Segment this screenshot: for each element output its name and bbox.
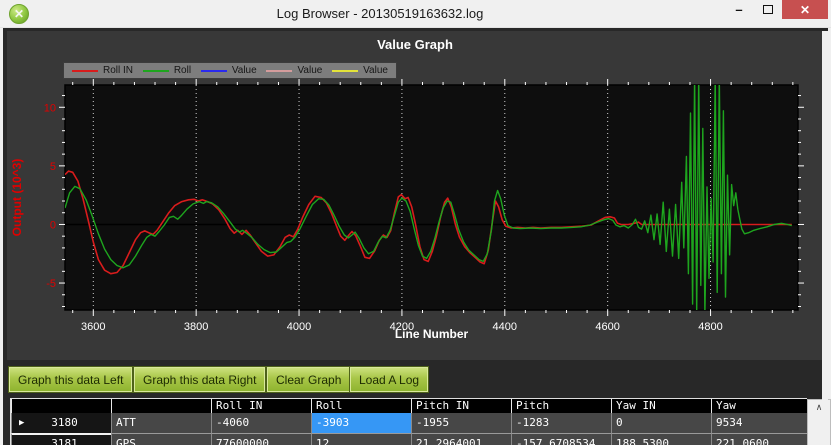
header-rowheader: [11, 399, 111, 413]
minimize-button[interactable]: –: [726, 0, 752, 19]
legend-entry: Value: [332, 65, 388, 76]
header-roll[interactable]: Roll: [311, 399, 411, 413]
header-pitch-in[interactable]: Pitch IN: [411, 399, 511, 413]
graph-right-button[interactable]: Graph this data Right: [133, 366, 267, 393]
window-title: Log Browser - 20130519163632.log: [276, 6, 484, 21]
close-button[interactable]: ✕: [782, 0, 828, 19]
svg-text:-5: -5: [46, 278, 56, 290]
clear-graph-button[interactable]: Clear Graph: [266, 366, 352, 393]
log-table: Roll IN Roll Pitch IN Pitch Yaw IN Yaw ▶…: [10, 398, 807, 445]
cell-yaw[interactable]: 9534: [711, 413, 807, 433]
chart-legend: Roll IN Roll Value Value Value: [63, 62, 397, 79]
row-header-3180[interactable]: ▶ 3180: [11, 413, 111, 433]
svg-text:10: 10: [44, 102, 56, 114]
cell-alt2[interactable]: 221.0600: [711, 433, 807, 445]
table-header-row: Roll IN Roll Pitch IN Pitch Yaw IN Yaw: [11, 399, 807, 413]
header-yaw[interactable]: Yaw: [711, 399, 807, 413]
legend-line-swatch: [266, 69, 293, 72]
legend-entry: Value: [200, 65, 257, 76]
svg-text:4600: 4600: [595, 321, 619, 333]
header-roll-in[interactable]: Roll IN: [211, 399, 311, 413]
cell-alt[interactable]: 188.5300: [611, 433, 711, 445]
cell-pitch-in[interactable]: -1955: [411, 413, 511, 433]
load-log-button[interactable]: Load A Log: [349, 366, 430, 393]
cell-msg-type[interactable]: ATT: [111, 413, 211, 433]
current-row-marker-icon: ▶: [19, 418, 25, 428]
value-graph-panel: Value Graph Line Number Output (10^3) 3600 3…: [7, 31, 822, 360]
svg-text:4000: 4000: [287, 321, 311, 333]
header-name: [111, 399, 211, 413]
maximize-button[interactable]: [755, 0, 781, 19]
cell-lat[interactable]: 21.2964001: [411, 433, 511, 445]
cell-gps-time[interactable]: 77600000: [211, 433, 311, 445]
graph-left-button[interactable]: Graph this data Left: [8, 366, 134, 393]
client-area: Value Graph Line Number Output (10^3) 3600 3…: [3, 28, 831, 445]
title-bar[interactable]: ✕ Log Browser - 20130519163632.log – ✕: [0, 0, 831, 28]
cell-roll-in[interactable]: -4060: [211, 413, 311, 433]
header-yaw-in[interactable]: Yaw IN: [611, 399, 711, 413]
legend-line-swatch: [142, 69, 169, 72]
table-row: 3181 GPS 77600000 12 21.2964001 -157.670…: [11, 433, 807, 445]
legend-entry: Roll IN: [72, 65, 133, 76]
cell-pitch[interactable]: -1283: [511, 413, 611, 433]
row-header-3181[interactable]: 3181: [11, 433, 111, 445]
svg-text:4200: 4200: [390, 321, 414, 333]
log-browser-window: ✕ Log Browser - 20130519163632.log – ✕ V…: [0, 0, 831, 445]
header-pitch[interactable]: Pitch: [511, 399, 611, 413]
svg-text:3600: 3600: [81, 321, 105, 333]
svg-text:5: 5: [50, 161, 56, 173]
cell-sats[interactable]: 12: [311, 433, 411, 445]
legend-line-swatch: [200, 69, 227, 72]
legend-line-swatch: [332, 69, 359, 72]
value-graph-chart[interactable]: Value GraphLine NumberOutput (10^3)3600 3…: [7, 31, 822, 360]
legend-line-swatch: [72, 69, 98, 72]
svg-text:4800: 4800: [698, 321, 722, 333]
table-row: ▶ 3180 ATT -4060 -3903 -1955 -1283 0 953…: [11, 413, 807, 433]
svg-text:Output (10^3): Output (10^3): [10, 159, 24, 237]
svg-text:0: 0: [50, 219, 56, 231]
svg-text:3800: 3800: [184, 321, 208, 333]
svg-text:Value Graph: Value Graph: [377, 37, 453, 52]
legend-entry: Roll: [142, 65, 191, 76]
svg-text:4400: 4400: [493, 321, 517, 333]
legend-entry: Value: [266, 65, 322, 76]
window-right-border: [822, 31, 828, 445]
cell-lng[interactable]: -157.6708534: [511, 433, 611, 445]
cell-roll-selected[interactable]: -3903: [311, 413, 411, 433]
maximize-icon: [763, 5, 773, 14]
cell-msg-type[interactable]: GPS: [111, 433, 211, 445]
cell-yaw-in[interactable]: 0: [611, 413, 711, 433]
